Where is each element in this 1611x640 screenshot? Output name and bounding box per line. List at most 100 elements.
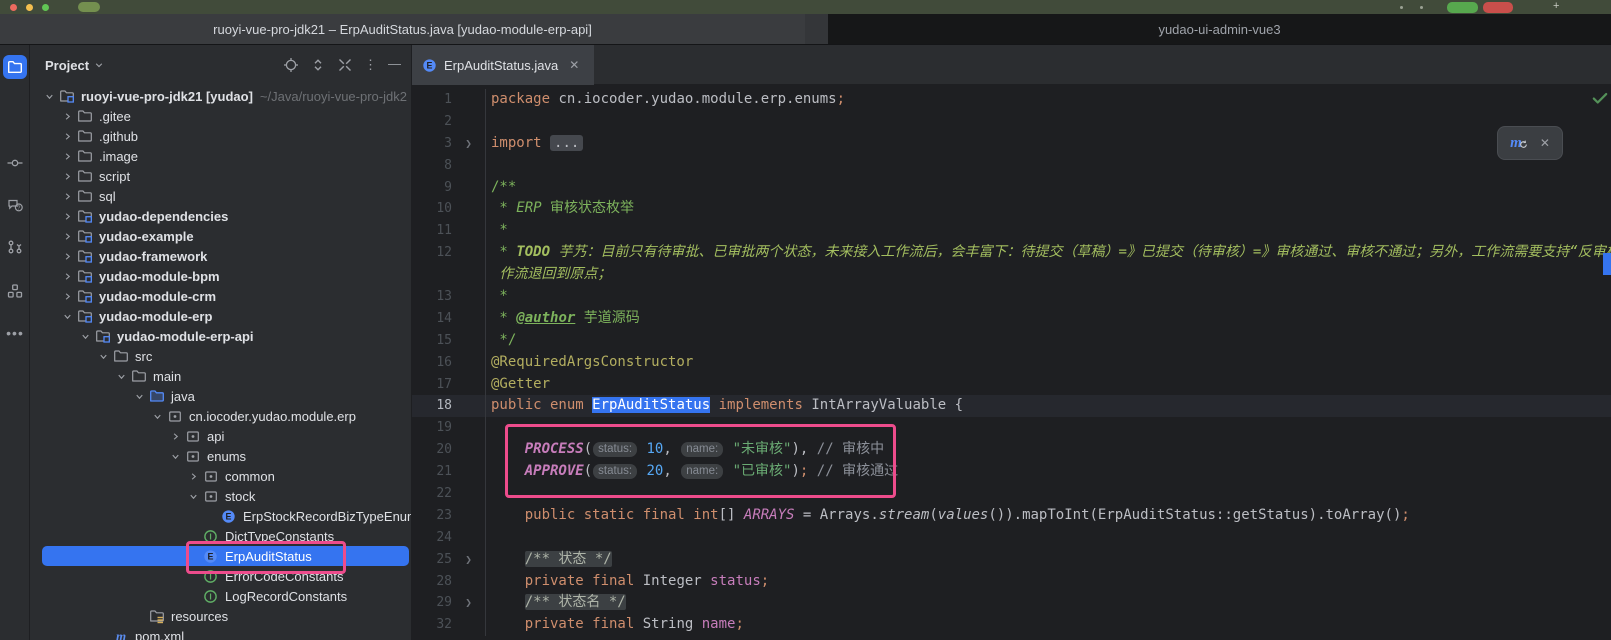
fold-arrow-icon[interactable]: ❯ [452,549,485,571]
code-line-19[interactable]: 19 [412,417,1611,439]
tree-item-logrecordconstants[interactable]: ILogRecordConstants [30,586,411,606]
tree-item-errorcodeconstants[interactable]: IErrorCodeConstants [30,566,411,586]
code-line-17[interactable]: 17@Getter [412,374,1611,396]
tree-item-yudao-example[interactable]: yudao-example [30,226,411,246]
chevron-down-icon[interactable] [130,391,148,402]
chevron-down-icon[interactable] [94,351,112,362]
chevron-right-icon[interactable] [58,231,76,242]
tree-item-yudao-module-crm[interactable]: yudao-module-crm [30,286,411,306]
chevron-down-icon[interactable] [40,91,58,102]
tree-item-api[interactable]: api [30,426,411,446]
maven-reload-widget[interactable]: m ✕ [1497,126,1563,160]
tree-item-pom.xml[interactable]: mpom.xml [30,626,411,640]
tree-item-.image[interactable]: .image [30,146,411,166]
chevron-down-icon[interactable] [112,371,130,382]
code-line-13[interactable]: 13 * [412,286,1611,308]
code-line-3[interactable]: 3❯import ... [412,133,1611,155]
tool-project-button[interactable] [3,55,27,79]
tree-item-yudao-module-bpm[interactable]: yudao-module-bpm [30,266,411,286]
hide-icon[interactable]: — [388,57,401,73]
titlebar-active-window[interactable]: ruoyi-vue-pro-jdk21 – ErpAuditStatus.jav… [0,14,805,45]
code-line-25[interactable]: 25❯ /** 状态 */ [412,549,1611,571]
chevron-right-icon[interactable] [58,151,76,162]
menubar-red-badge-icon[interactable] [1483,2,1513,13]
traffic-light-minimize-icon[interactable] [26,4,33,11]
code-line-20[interactable]: 20 PROCESS(status: 10, name: "未审核"), // … [412,439,1611,461]
code-line-22[interactable]: 22 [412,483,1611,505]
code-line-28[interactable]: 28 private final Integer status; [412,571,1611,593]
fold-arrow-icon[interactable]: ❯ [452,592,485,614]
titlebar-inactive-window[interactable]: yudao-ui-admin-vue3 [828,14,1611,45]
chevron-right-icon[interactable] [58,131,76,142]
tree-item-yudao-framework[interactable]: yudao-framework [30,246,411,266]
tree-item-enums[interactable]: enums [30,446,411,466]
tool-more-button[interactable]: ••• [3,321,27,345]
chevron-right-icon[interactable] [58,251,76,262]
chevron-right-icon[interactable] [58,271,76,282]
chevron-right-icon[interactable] [58,111,76,122]
code-line-12[interactable]: 12 * TODO 芋艿：目前只有待审批、已审批两个状态，未来接入工作流后，会丰… [412,242,1611,264]
project-panel-title[interactable]: Project [45,58,89,73]
widget-close-icon[interactable]: ✕ [1540,136,1550,150]
kebab-menu-icon[interactable]: ⋮ [364,57,377,73]
menubar-green-badge-icon[interactable] [1447,2,1478,13]
tree-item-dicttypeconstants[interactable]: IDictTypeConstants [30,526,411,546]
chevron-right-icon[interactable] [166,431,184,442]
expand-collapse-icon[interactable] [310,57,326,73]
tree-item-erpauditstatus[interactable]: EErpAuditStatus [42,546,409,566]
chevron-right-icon[interactable] [58,291,76,302]
tree-item-yudao-module-erp-api[interactable]: yudao-module-erp-api [30,326,411,346]
scrollbar-occurrence-marker[interactable] [1603,253,1611,275]
code-line-1[interactable]: 1package cn.iocoder.yudao.module.erp.enu… [412,89,1611,111]
tree-item-common[interactable]: common [30,466,411,486]
code-line-18[interactable]: 18public enum ErpAuditStatus implements … [412,395,1611,417]
collapse-all-icon[interactable] [337,57,353,73]
tree-item-src[interactable]: src [30,346,411,366]
code-line-32[interactable]: 32 private final String name; [412,614,1611,636]
code-line-2[interactable]: 2 [412,111,1611,133]
tree-item-yudao-module-erp[interactable]: yudao-module-erp [30,306,411,326]
tab-close-icon[interactable]: ✕ [569,58,579,72]
menubar-plus-icon[interactable]: + [1553,0,1559,12]
code-line-15[interactable]: 15 */ [412,330,1611,352]
tree-item-cn.iocoder.yudao.module.erp[interactable]: cn.iocoder.yudao.module.erp [30,406,411,426]
tree-item-.gitee[interactable]: .gitee [30,106,411,126]
tree-item-resources[interactable]: resources [30,606,411,626]
chevron-right-icon[interactable] [58,211,76,222]
tool-commit-button[interactable] [3,151,27,175]
chevron-down-icon[interactable] [94,60,104,70]
tool-pull-requests-button[interactable] [3,235,27,259]
chevron-down-icon[interactable] [166,451,184,462]
code-line-14[interactable]: 14 * @author 芋道源码 [412,308,1611,330]
code-line-16[interactable]: 16@RequiredArgsConstructor [412,352,1611,374]
tree-item-yudao-dependencies[interactable]: yudao-dependencies [30,206,411,226]
locate-icon[interactable] [283,57,299,73]
code-viewport[interactable]: 1package cn.iocoder.yudao.module.erp.enu… [412,85,1611,640]
tool-structure-button[interactable] [3,279,27,303]
tab-erpauditstatus[interactable]: E ErpAuditStatus.java ✕ [412,45,594,85]
tool-chat-button[interactable]: ? [3,193,27,217]
inspections-ok-icon[interactable] [1591,89,1609,107]
fold-arrow-icon[interactable]: ❯ [452,133,485,155]
code-line-23[interactable]: 23 public static final int[] ARRAYS = Ar… [412,505,1611,527]
code-line-29[interactable]: 29❯ /** 状态名 */ [412,592,1611,614]
tree-item-erpstockrecordbiztypeenum[interactable]: EErpStockRecordBizTypeEnum [30,506,411,526]
code-line-11[interactable]: 11 * [412,220,1611,242]
chevron-right-icon[interactable] [58,191,76,202]
chevron-right-icon[interactable] [58,171,76,182]
traffic-light-zoom-icon[interactable] [42,4,49,11]
chevron-down-icon[interactable] [184,491,202,502]
traffic-light-close-icon[interactable] [10,4,17,11]
tree-item-stock[interactable]: stock [30,486,411,506]
code-line-24[interactable]: 24 [412,527,1611,549]
chevron-down-icon[interactable] [148,411,166,422]
code-line-10[interactable]: 10 * ERP 审核状态枚举 [412,198,1611,220]
code-line-wrap[interactable]: 作流退回到原点； [412,264,1611,286]
code-line-9[interactable]: 9/** [412,177,1611,199]
chevron-right-icon[interactable] [184,471,202,482]
tree-item-script[interactable]: script [30,166,411,186]
code-line-21[interactable]: 21 APPROVE(status: 20, name: "已审核"); // … [412,461,1611,483]
tree-item-.github[interactable]: .github [30,126,411,146]
tree-item-sql[interactable]: sql [30,186,411,206]
chevron-down-icon[interactable] [58,311,76,322]
